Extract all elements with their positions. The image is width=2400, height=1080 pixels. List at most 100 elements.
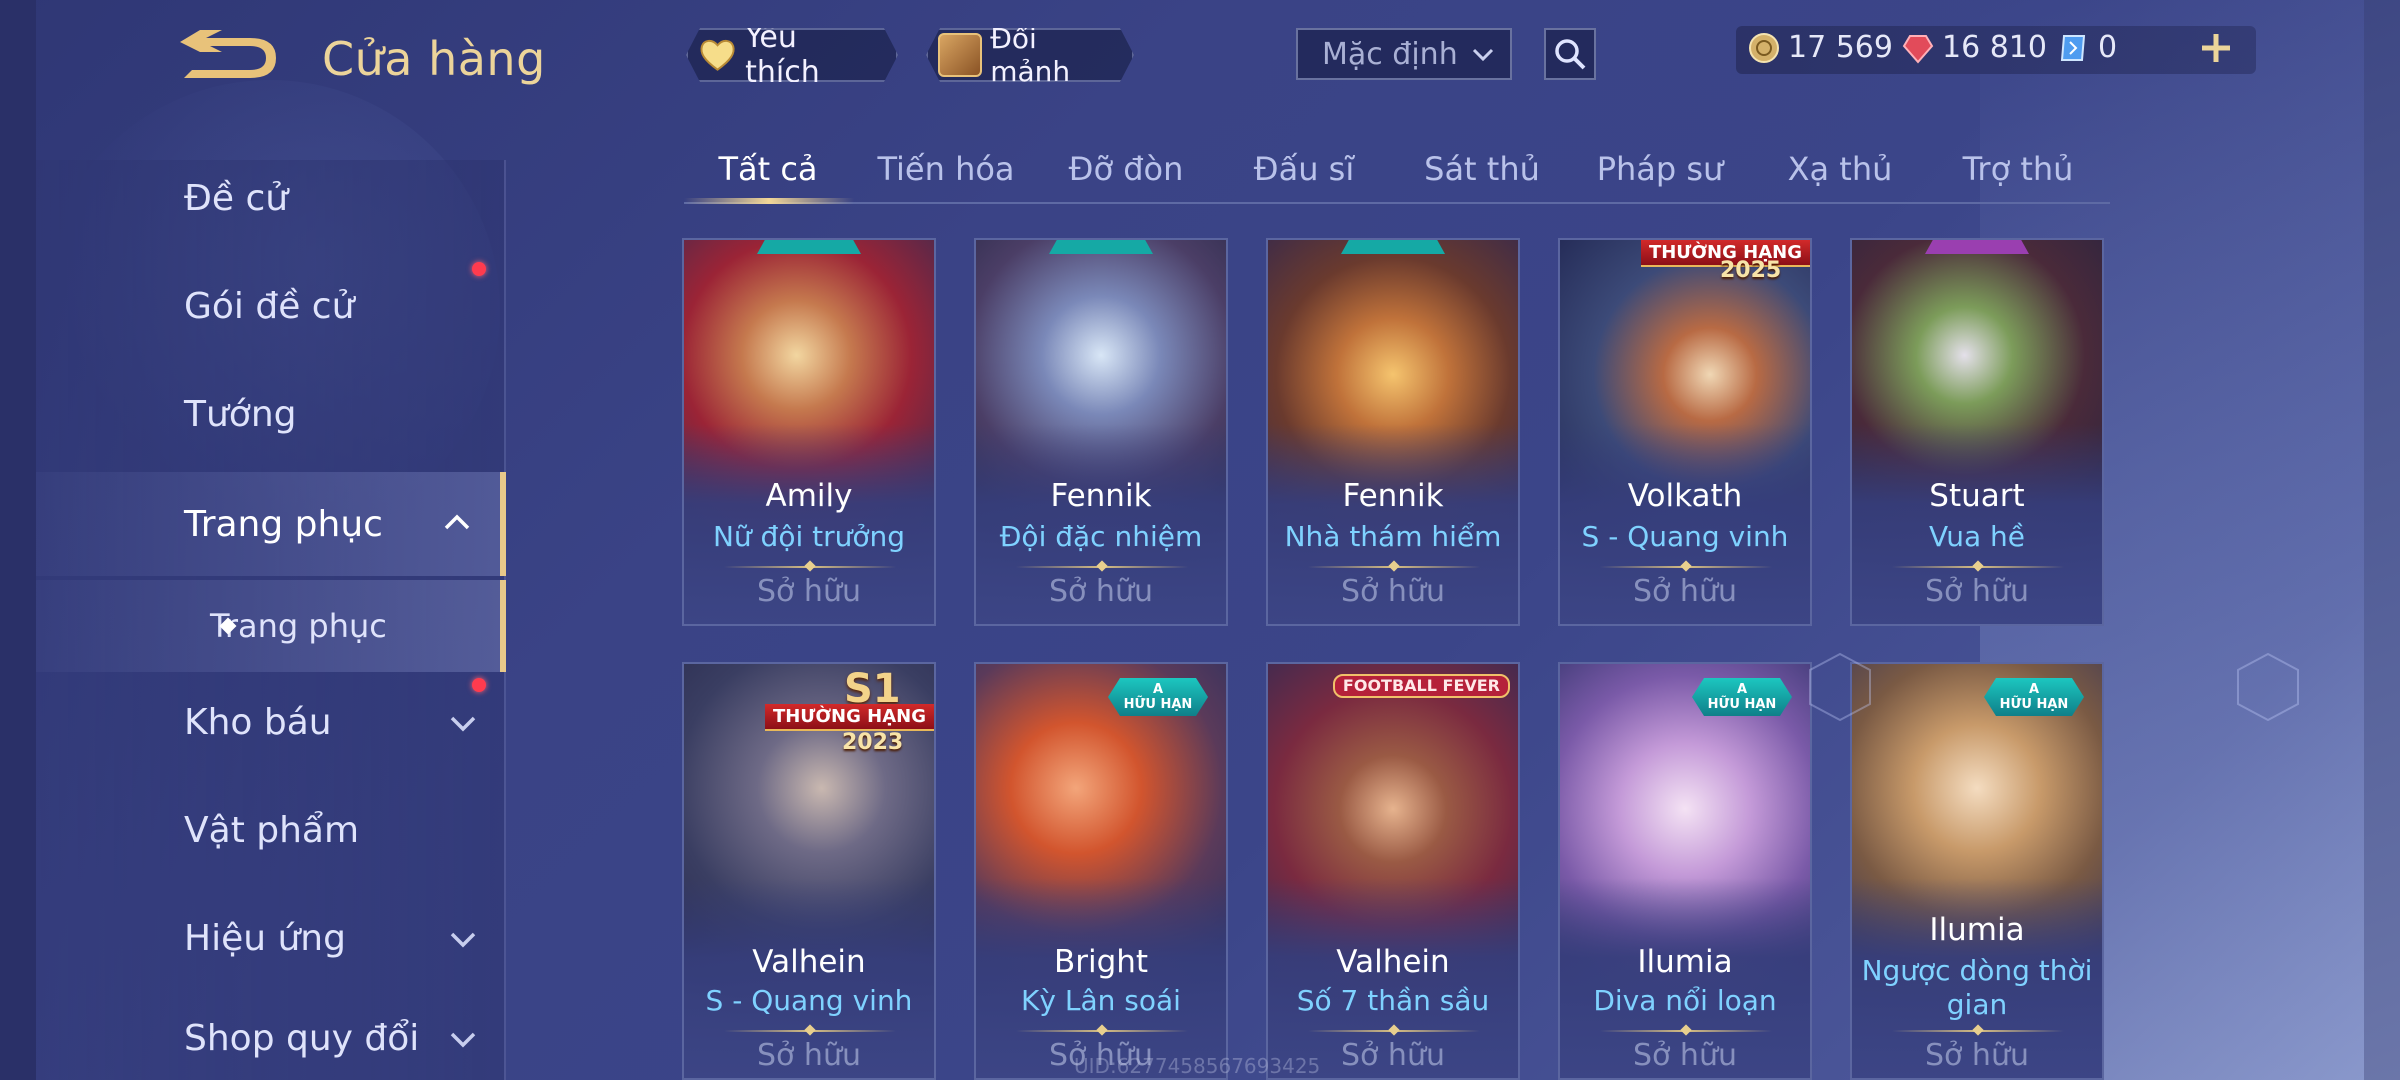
hero-name: Valhein [752, 944, 866, 980]
back-arrow-icon [180, 30, 276, 78]
limited-text: HỮU HẠN [1999, 697, 2069, 712]
skin-name: Nữ đội trưởng [712, 520, 906, 553]
skin-card[interactable]: Fennik Đội đặc nhiệm Sở hữu [974, 238, 1228, 626]
sidebar-item-exchange-shop[interactable]: Shop quy đổi [36, 996, 506, 1080]
tier-letter: A [1152, 682, 1164, 697]
sidebar-item-label: Tướng [184, 393, 297, 435]
back-button[interactable] [178, 28, 284, 88]
hero-name: Valhein [1336, 944, 1450, 980]
sidebar-subitem-skins[interactable]: Trang phục [36, 580, 506, 672]
hero-name: Amily [765, 478, 853, 514]
ruby-gem-icon [1902, 34, 1934, 64]
search-icon [1555, 39, 1586, 70]
heart-icon [698, 35, 737, 75]
page-title: Cửa hàng [322, 32, 546, 86]
tab-all[interactable]: Tất cả [718, 150, 817, 188]
plus-icon [2202, 34, 2230, 62]
sidebar-item-items[interactable]: Vật phẩm [36, 780, 506, 880]
skin-card[interactable]: Stuart Vua hề Sở hữu [1850, 238, 2104, 626]
owned-status: Sở hữu [1049, 574, 1153, 609]
tab-mage[interactable]: Pháp sư [1597, 150, 1724, 188]
rank-year: 2025 [1720, 258, 1782, 283]
sort-dropdown[interactable]: Mặc định [1296, 28, 1512, 80]
tier-badge: A HỮU HẠN [1984, 678, 2084, 716]
tab-marksman[interactable]: Xạ thủ [1788, 150, 1893, 188]
ticket-amount: 0 [2098, 30, 2118, 65]
skin-name: Nhà thám hiểm [1284, 520, 1502, 553]
skin-card[interactable]: Amily Nữ đội trưởng Sở hữu [682, 238, 936, 626]
ticket-icon [2060, 34, 2086, 61]
skin-card[interactable]: A HỮU HẠN Ilumia Ngược dòng thời gian Sở… [1850, 662, 2104, 1080]
sort-value: Mặc định [1322, 36, 1458, 72]
event-badge: FOOTBALL FEVER [1332, 674, 1510, 698]
hero-name: Ilumia [1929, 912, 2025, 948]
sidebar-item-label: Gói đề cử [184, 285, 355, 327]
skin-card[interactable]: A HỮU HẠN Ilumia Diva nổi loạn Sở hữu [1558, 662, 1812, 1080]
notification-dot [472, 262, 486, 276]
sidebar-item-treasure[interactable]: Kho báu [36, 672, 506, 772]
skin-name: Số 7 thần sầu [1296, 984, 1490, 1017]
rank-year: 2023 [842, 730, 904, 755]
decor-hex-icon [1809, 652, 1871, 722]
sidebar-item-label: Trang phục [210, 607, 387, 645]
skin-card[interactable]: THƯỜNG HẠNG 2025 Volkath S - Quang vinh … [1558, 238, 1812, 626]
skin-name: S - Quang vinh [705, 984, 913, 1017]
gold-coin-icon [1749, 32, 1779, 63]
skin-name: S - Quang vinh [1581, 520, 1789, 553]
sidebar-item-label: Kho báu [184, 701, 332, 743]
tier-letter: A [2028, 682, 2040, 697]
owned-status: Sở hữu [1925, 574, 2029, 609]
hero-name: Ilumia [1637, 944, 1733, 980]
sidebar-item-recommended[interactable]: Đề cử [36, 148, 506, 248]
owned-status: Sở hữu [1633, 574, 1737, 609]
skin-card[interactable]: S1 THƯỜNG HẠNG 2023 Valhein S - Quang vi… [682, 662, 936, 1080]
chevron-down-icon [450, 716, 476, 732]
owned-status: Sở hữu [1341, 574, 1445, 609]
rank-badge: THƯỜNG HẠNG [764, 704, 934, 731]
sidebar-item-label: Hiệu ứng [184, 917, 346, 959]
tab-tank[interactable]: Đỡ đòn [1069, 150, 1184, 188]
decor-hex-icon [2237, 652, 2299, 722]
tier-badge: A HỮU HẠN [1108, 678, 1208, 716]
hero-name: Bright [1053, 944, 1149, 980]
favorites-button[interactable]: Yêu thích [686, 28, 898, 82]
skin-name: Diva nổi loạn [1593, 984, 1777, 1017]
hero-name: Stuart [1929, 478, 2025, 514]
skin-card[interactable]: A HỮU HẠN Bright Kỳ Lân soái Sở hữu [974, 662, 1228, 1080]
sidebar-item-skins[interactable]: Trang phục [36, 472, 506, 576]
tab-evolution[interactable]: Tiến hóa [877, 150, 1014, 188]
skin-name: Ngược dòng thời gian [1861, 954, 2093, 1021]
fragment-icon [938, 33, 982, 77]
limited-badge [757, 238, 861, 254]
sidebar-item-label: Đề cử [184, 177, 289, 219]
skin-name: Kỳ Lân soái [1021, 984, 1181, 1017]
tab-assassin[interactable]: Sát thủ [1424, 150, 1540, 188]
limited-badge [1925, 238, 2029, 254]
skin-card[interactable]: FOOTBALL FEVER Valhein Số 7 thần sầu Sở … [1266, 662, 1520, 1080]
tab-fighter[interactable]: Đấu sĩ [1254, 150, 1354, 188]
sidebar-item-heroes[interactable]: Tướng [36, 364, 506, 464]
owned-status: Sở hữu [1633, 1038, 1737, 1073]
hero-name: Fennik [1050, 478, 1152, 514]
search-button[interactable] [1544, 28, 1596, 80]
ruby-amount: 16 810 [1942, 30, 2047, 65]
fragment-exchange-label: Đổi mảnh [990, 22, 1071, 88]
fragment-exchange-button[interactable]: Đổi mảnh [926, 28, 1134, 82]
chevron-up-icon [444, 514, 470, 530]
ruby-currency: 16 810 [1902, 30, 2047, 65]
favorites-label: Yêu thích [745, 20, 820, 90]
notification-dot [472, 678, 486, 692]
left-frame [0, 0, 36, 1080]
add-currency-button[interactable] [2196, 28, 2236, 68]
sidebar-item-label: Trang phục [184, 503, 383, 545]
sidebar-item-bundles[interactable]: Gói đề cử [36, 256, 506, 356]
skin-card[interactable]: Fennik Nhà thám hiểm Sở hữu [1266, 238, 1520, 626]
owned-status: Sở hữu [757, 574, 861, 609]
owned-status: Sở hữu [757, 1038, 861, 1073]
sidebar-item-label: Vật phẩm [184, 809, 360, 851]
sidebar-item-effects[interactable]: Hiệu ứng [36, 888, 506, 988]
tab-support[interactable]: Trợ thủ [1963, 150, 2074, 188]
chevron-down-icon [1472, 48, 1494, 62]
gold-amount: 17 569 [1788, 30, 1893, 65]
limited-text: HỮU HẠN [1707, 697, 1777, 712]
